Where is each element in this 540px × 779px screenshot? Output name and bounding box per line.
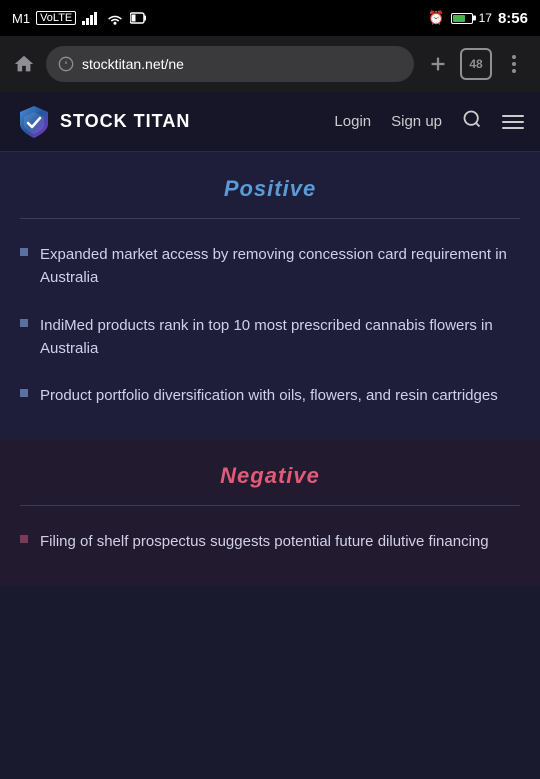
- brand-name: STOCK TITAN: [60, 111, 190, 132]
- new-tab-button[interactable]: [422, 48, 454, 80]
- address-text: stocktitan.net/ne: [82, 56, 184, 72]
- alarm-icon: ⏰: [428, 10, 444, 26]
- browser-actions: 48: [422, 48, 530, 80]
- bullet-square-icon: [20, 248, 28, 256]
- site-info-icon: [58, 56, 74, 72]
- positive-section: Positive Expanded market access by remov…: [0, 152, 540, 439]
- status-bar: M1 VoLTE ⏰ 17 8:56: [0, 0, 540, 36]
- battery-body: [451, 13, 473, 24]
- negative-bullet-list: Filing of shelf prospectus suggests pote…: [20, 530, 520, 553]
- battery-fill: [453, 15, 466, 22]
- negative-section-title: Negative: [20, 463, 520, 489]
- signup-link[interactable]: Sign up: [391, 113, 442, 130]
- battery-percent: 17: [479, 11, 492, 25]
- battery-indicator-icon: [130, 11, 146, 25]
- menu-dot-1: [512, 55, 516, 59]
- volte-label: VoLTE: [36, 11, 76, 25]
- signal-icon: [82, 11, 100, 25]
- menu-dot-3: [512, 69, 516, 73]
- bullet-square-icon: [20, 389, 28, 397]
- home-button[interactable]: [10, 50, 38, 78]
- bullet-text: Expanded market access by removing conce…: [40, 243, 520, 290]
- navbar: STOCK TITAN Login Sign up: [0, 92, 540, 152]
- list-item: Filing of shelf prospectus suggests pote…: [20, 530, 520, 553]
- main-content: Positive Expanded market access by remov…: [0, 152, 540, 586]
- bullet-text: Product portfolio diversification with o…: [40, 384, 498, 407]
- battery-icon: [451, 13, 473, 24]
- status-left: M1 VoLTE: [12, 11, 146, 26]
- bullet-text: Filing of shelf prospectus suggests pote…: [40, 530, 489, 553]
- carrier-label: M1: [12, 11, 30, 26]
- nav-links: Login Sign up: [334, 109, 524, 134]
- logo-icon: [16, 104, 52, 140]
- positive-bullet-list: Expanded market access by removing conce…: [20, 243, 520, 407]
- positive-section-title: Positive: [20, 176, 520, 202]
- login-link[interactable]: Login: [334, 113, 371, 130]
- time-display: 8:56: [498, 10, 528, 27]
- hamburger-line-3: [502, 127, 524, 129]
- wifi-icon: [106, 11, 124, 25]
- hamburger-line-1: [502, 115, 524, 117]
- bullet-square-icon: [20, 535, 28, 543]
- list-item: Product portfolio diversification with o…: [20, 384, 520, 407]
- status-right: ⏰ 17 8:56: [428, 10, 528, 27]
- list-item: IndiMed products rank in top 10 most pre…: [20, 314, 520, 361]
- search-icon[interactable]: [462, 109, 482, 134]
- home-icon: [13, 53, 35, 75]
- browser-chrome: stocktitan.net/ne 48: [0, 36, 540, 92]
- tabs-button[interactable]: 48: [460, 48, 492, 80]
- negative-section: Negative Filing of shelf prospectus sugg…: [0, 439, 540, 585]
- bullet-text: IndiMed products rank in top 10 most pre…: [40, 314, 520, 361]
- positive-divider: [20, 218, 520, 219]
- hamburger-line-2: [502, 121, 524, 123]
- logo-container[interactable]: STOCK TITAN: [16, 104, 190, 140]
- list-item: Expanded market access by removing conce…: [20, 243, 520, 290]
- negative-divider: [20, 505, 520, 506]
- browser-menu-button[interactable]: [498, 48, 530, 80]
- bullet-square-icon: [20, 319, 28, 327]
- hamburger-menu-icon[interactable]: [502, 115, 524, 129]
- address-bar[interactable]: stocktitan.net/ne: [46, 46, 414, 82]
- menu-dot-2: [512, 62, 516, 66]
